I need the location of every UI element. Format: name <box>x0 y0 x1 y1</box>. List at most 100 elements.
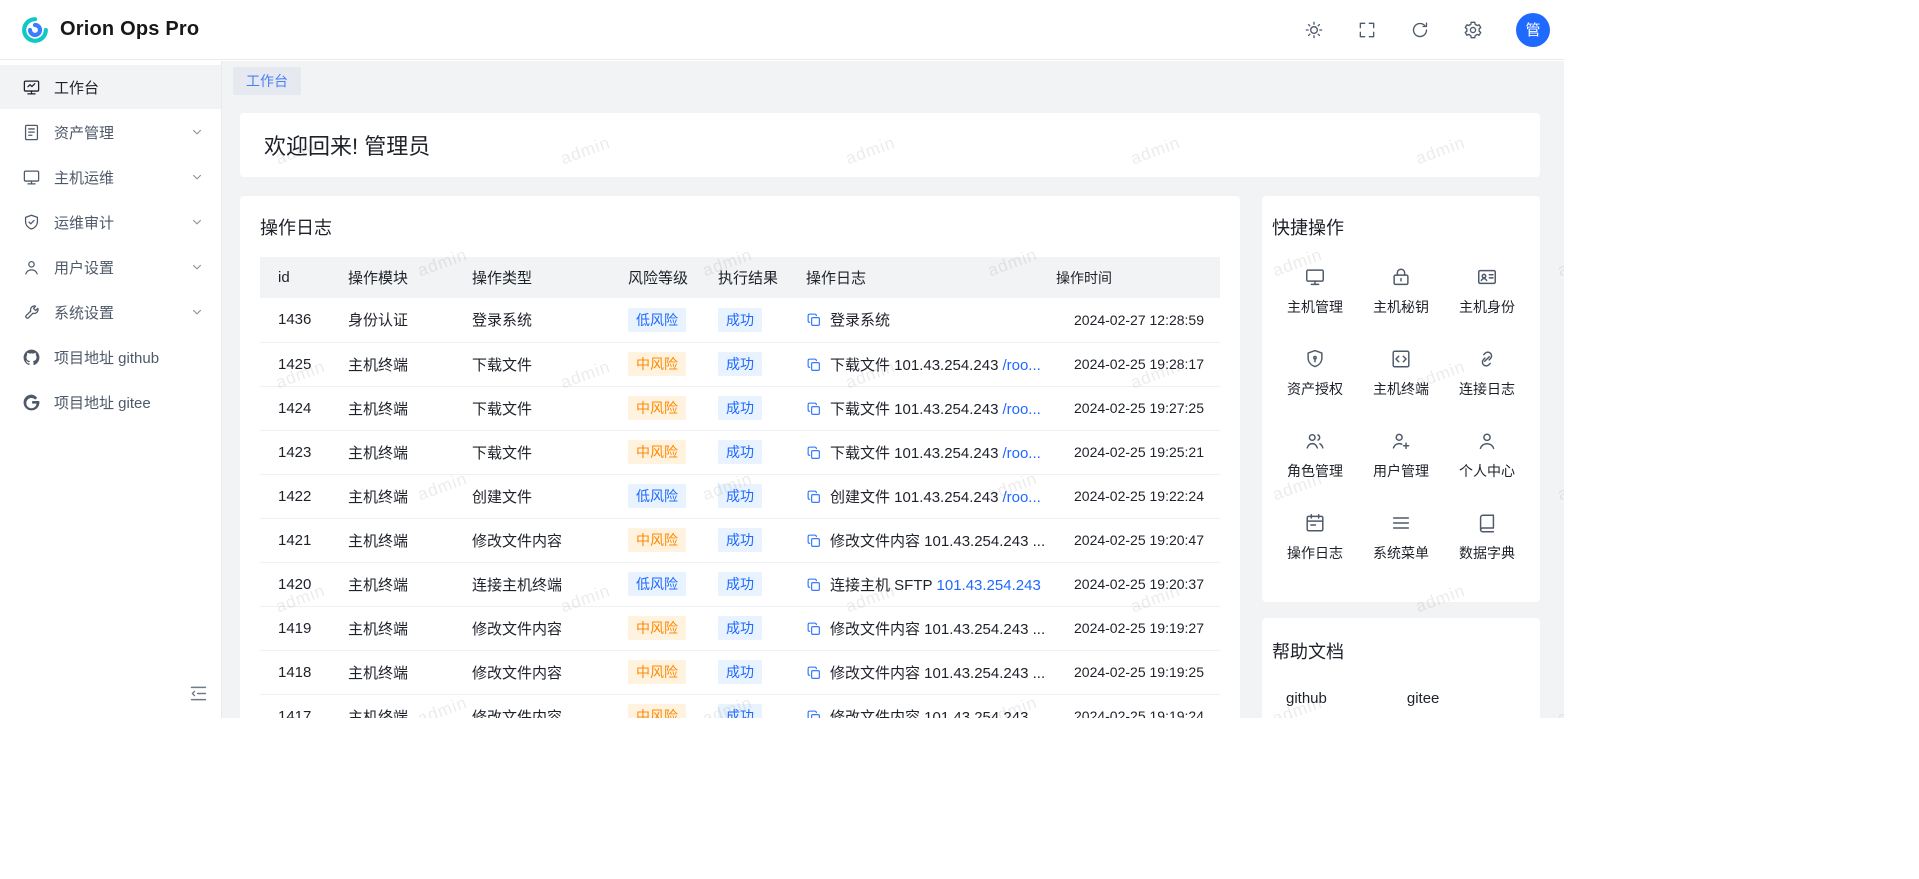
chevron-down-icon <box>189 259 205 275</box>
quick-action-role-management[interactable]: 角色管理 <box>1272 414 1358 496</box>
log-link[interactable]: 101.43.254.243 <box>937 577 1041 594</box>
settings-icon[interactable] <box>1463 20 1483 40</box>
tool-icon <box>22 303 41 322</box>
fullscreen-icon[interactable] <box>1357 20 1377 40</box>
copy-icon[interactable] <box>806 709 822 719</box>
cell-log: 修改文件内容 101.43.254.243 ... <box>806 518 1056 562</box>
log-text: 修改文件内容 101.43.254.243 ... <box>830 709 1045 719</box>
welcome-card: 欢迎回来! 管理员 <box>240 113 1540 177</box>
log-text: 下载文件 101.43.254.243 <box>830 401 998 418</box>
sidebar-item-github[interactable]: 项目地址 github <box>0 335 221 379</box>
cell-module: 主机终端 <box>348 562 472 606</box>
main-content: 工作台 欢迎回来! 管理员 操作日志 id操作模块操作类型风险等级执行结果操作日… <box>222 61 1564 718</box>
copy-icon[interactable] <box>806 312 822 328</box>
result-badge: 成功 <box>718 704 762 718</box>
operation-log-card: 操作日志 id操作模块操作类型风险等级执行结果操作日志操作时间 1436 身份认… <box>240 196 1240 718</box>
sidebar: 工作台 资产管理 主机运维 运维审计 用户设置 系统设置 项目地址 github… <box>0 61 222 718</box>
quick-action-asset-authorization[interactable]: 资产授权 <box>1272 332 1358 414</box>
sidebar-item-user-settings[interactable]: 用户设置 <box>0 245 221 289</box>
column-header-id: id <box>260 257 348 298</box>
watermark-text: admin <box>1555 469 1564 505</box>
refresh-icon[interactable] <box>1410 20 1430 40</box>
quick-action-personal-center[interactable]: 个人中心 <box>1444 414 1530 496</box>
quick-action-host-management[interactable]: 主机管理 <box>1272 250 1358 332</box>
copy-icon[interactable] <box>806 445 822 461</box>
risk-badge: 中风险 <box>628 352 686 376</box>
column-header-result: 执行结果 <box>718 257 806 298</box>
cell-type: 登录系统 <box>472 298 628 342</box>
cell-time: 2024-02-25 19:25:21 <box>1056 430 1220 474</box>
log-link[interactable]: /roo... <box>1002 489 1040 506</box>
quick-action-data-dictionary[interactable]: 数据字典 <box>1444 496 1530 578</box>
help-links: github gitee <box>1286 690 1530 707</box>
table-header-row: id操作模块操作类型风险等级执行结果操作日志操作时间 <box>260 257 1220 298</box>
copy-icon[interactable] <box>806 621 822 637</box>
log-link[interactable]: /roo... <box>1002 445 1040 462</box>
cell-log: 下载文件 101.43.254.243/roo... <box>806 342 1056 386</box>
collapse-sidebar-icon[interactable] <box>188 683 209 704</box>
cell-log: 连接主机 SFTP101.43.254.243 <box>806 562 1056 606</box>
risk-badge: 中风险 <box>628 396 686 420</box>
log-text: 下载文件 101.43.254.243 <box>830 357 998 374</box>
cell-type: 修改文件内容 <box>472 650 628 694</box>
cell-time: 2024-02-25 19:28:17 <box>1056 342 1220 386</box>
terminal-icon <box>1390 348 1412 370</box>
avatar[interactable]: 管 <box>1516 13 1550 47</box>
person-icon <box>1476 430 1498 452</box>
cell-time: 2024-02-25 19:22:24 <box>1056 474 1220 518</box>
result-badge: 成功 <box>718 308 762 332</box>
link-icon <box>1476 348 1498 370</box>
cell-id: 1421 <box>260 518 348 562</box>
quick-action-user-management[interactable]: 用户管理 <box>1358 414 1444 496</box>
cell-time: 2024-02-25 19:19:25 <box>1056 650 1220 694</box>
audit-icon <box>22 213 41 232</box>
cell-id: 1418 <box>260 650 348 694</box>
sidebar-item-ops-audit[interactable]: 运维审计 <box>0 200 221 244</box>
quick-action-host-keys[interactable]: 主机秘钥 <box>1358 250 1444 332</box>
header-actions: 管 <box>1304 13 1550 47</box>
cell-id: 1425 <box>260 342 348 386</box>
quick-action-host-identity[interactable]: 主机身份 <box>1444 250 1530 332</box>
copy-icon[interactable] <box>806 533 822 549</box>
quick-action-operation-logs[interactable]: 操作日志 <box>1272 496 1358 578</box>
cell-module: 主机终端 <box>348 694 472 718</box>
log-table-row: 1421 主机终端 修改文件内容 中风险 成功 修改文件内容 101.43.25… <box>260 518 1220 562</box>
monitor-icon <box>1304 266 1326 288</box>
cell-module: 主机终端 <box>348 606 472 650</box>
result-badge: 成功 <box>718 572 762 596</box>
cell-module: 主机终端 <box>348 342 472 386</box>
column-header-log: 操作日志 <box>806 257 1056 298</box>
result-badge: 成功 <box>718 440 762 464</box>
log-link[interactable]: /roo... <box>1002 357 1040 374</box>
tab-workbench[interactable]: 工作台 <box>233 67 301 95</box>
copy-icon[interactable] <box>806 665 822 681</box>
sidebar-item-host-ops[interactable]: 主机运维 <box>0 155 221 199</box>
quick-action-connection-logs[interactable]: 连接日志 <box>1444 332 1530 414</box>
github-icon <box>22 348 41 367</box>
copy-icon[interactable] <box>806 401 822 417</box>
cell-log: 修改文件内容 101.43.254.243 ... <box>806 650 1056 694</box>
chevron-down-icon <box>189 124 205 140</box>
log-table-row: 1423 主机终端 下载文件 中风险 成功 下载文件 101.43.254.24… <box>260 430 1220 474</box>
cell-id: 1436 <box>260 298 348 342</box>
cell-module: 主机终端 <box>348 650 472 694</box>
risk-badge: 低风险 <box>628 308 686 332</box>
column-header-type: 操作类型 <box>472 257 628 298</box>
host-icon <box>22 168 41 187</box>
copy-icon[interactable] <box>806 357 822 373</box>
quick-action-system-menu[interactable]: 系统菜单 <box>1358 496 1444 578</box>
log-text: 连接主机 SFTP <box>830 577 933 594</box>
help-link-gitee[interactable]: gitee <box>1407 690 1440 707</box>
theme-icon[interactable] <box>1304 20 1324 40</box>
quick-action-host-terminal[interactable]: 主机终端 <box>1358 332 1444 414</box>
sidebar-item-gitee[interactable]: 项目地址 gitee <box>0 380 221 424</box>
sidebar-item-assets[interactable]: 资产管理 <box>0 110 221 154</box>
help-link-github[interactable]: github <box>1286 690 1327 707</box>
log-link[interactable]: /roo... <box>1002 401 1040 418</box>
chevron-down-icon <box>189 214 205 230</box>
copy-icon[interactable] <box>806 577 822 593</box>
copy-icon[interactable] <box>806 489 822 505</box>
sidebar-item-system-settings[interactable]: 系统设置 <box>0 290 221 334</box>
cell-id: 1419 <box>260 606 348 650</box>
sidebar-item-workbench[interactable]: 工作台 <box>0 65 221 109</box>
